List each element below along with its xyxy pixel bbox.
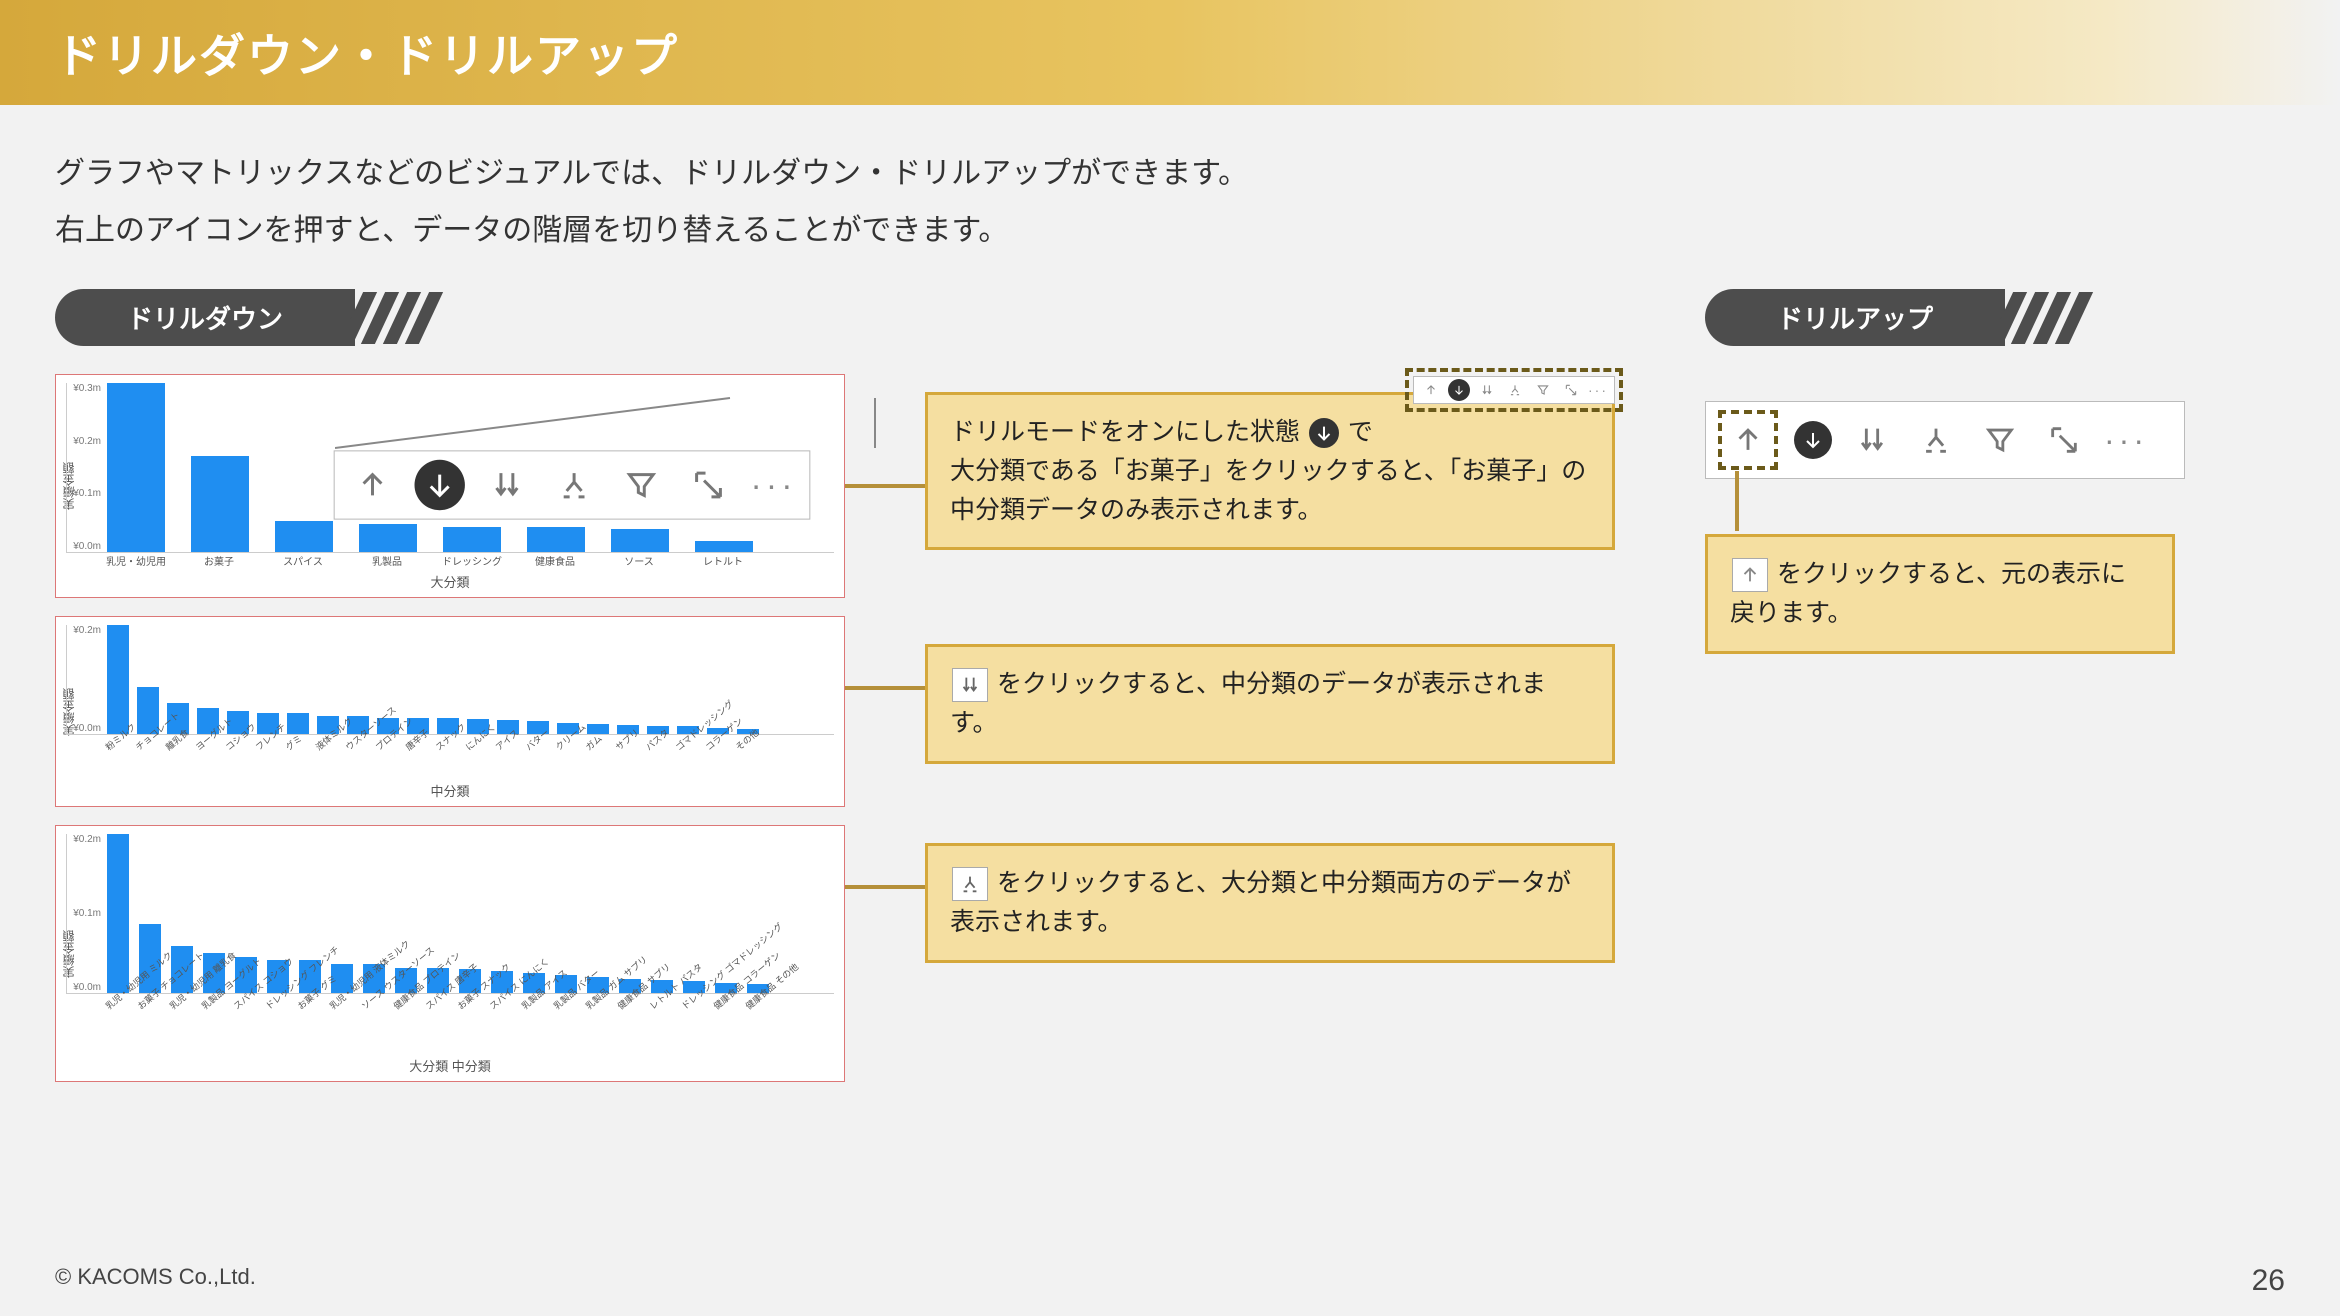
zoom-lines: [335, 396, 895, 456]
copyright: © KACOMS Co.,Ltd.: [55, 1264, 256, 1298]
drillup-icon: [1732, 558, 1768, 592]
callout-connector: [845, 885, 925, 889]
expand-all-icon[interactable]: [1912, 416, 1960, 464]
callout-connector: [1735, 471, 1739, 531]
bar[interactable]: [359, 524, 417, 552]
section-pill: ドリルアップ: [1705, 289, 2005, 346]
x-tick-label: ドレッシング: [442, 553, 500, 568]
bar[interactable]: [443, 527, 501, 552]
title-bar: ドリルダウン・ドリルアップ: [0, 0, 2340, 105]
callout-drillmode: ドリルモードをオンにした状態 で 大分類である「お菓子」をクリックすると、「お菓…: [925, 392, 1615, 550]
intro-line-1: グラフやマトリックスなどのビジュアルでは、ドリルダウン・ドリルアップができます。: [55, 145, 2285, 202]
section-pill: ドリルダウン: [55, 289, 355, 346]
bar[interactable]: [527, 527, 585, 552]
filter-icon[interactable]: [1532, 379, 1554, 401]
decorative-stripes: [351, 292, 439, 344]
drilldown-active-icon: [1309, 418, 1339, 448]
bar[interactable]: [191, 456, 249, 552]
next-level-icon[interactable]: [482, 460, 532, 510]
drillup-icon[interactable]: [1420, 379, 1442, 401]
chart-toolbar-right: ···: [1705, 401, 2185, 479]
x-tick-label: ソース: [610, 553, 668, 568]
bar[interactable]: [107, 383, 165, 552]
focus-icon[interactable]: [1560, 379, 1582, 401]
small-toolbar-highlight: ···: [1405, 368, 1623, 412]
y-ticks: ¥0.2m¥0.1m¥0.0m: [67, 834, 105, 993]
intro-line-2: 右上のアイコンを押すと、データの階層を切り替えることができます。: [55, 202, 2285, 259]
x-axis-label: 大分類: [66, 572, 834, 591]
section-label-drillup: ドリルアップ: [1705, 289, 2089, 346]
x-tick-label: スパイス: [274, 553, 332, 568]
footer: © KACOMS Co.,Ltd. 26: [55, 1264, 2285, 1298]
section-label-drilldown: ドリルダウン: [55, 289, 439, 346]
drilldown-active-icon[interactable]: [415, 460, 465, 510]
drillup-icon[interactable]: [347, 460, 397, 510]
decorative-stripes: [2001, 292, 2089, 344]
next-level-icon: [952, 668, 988, 702]
chart-mid-category: 実績金額 ¥0.2m¥0.0m 粉ミルクチョコレート離乳食ヨーグルトコショウフレ…: [55, 616, 845, 807]
chart-toolbar-large: ···: [334, 450, 811, 519]
bar[interactable]: [107, 625, 129, 734]
intro-text: グラフやマトリックスなどのビジュアルでは、ドリルダウン・ドリルアップができます。…: [0, 105, 2340, 269]
callout-drillup: をクリックすると、元の表示に戻ります。: [1705, 534, 2175, 654]
x-tick-label: 乳児・幼児用: [106, 553, 164, 568]
expand-all-icon[interactable]: [549, 460, 599, 510]
x-tick-label: その他: [732, 729, 776, 775]
bar[interactable]: [695, 541, 753, 552]
callout-connector: [845, 686, 925, 690]
page-number: 26: [2252, 1264, 2285, 1298]
callout-text: で: [1348, 418, 1373, 446]
callout-connector: [845, 484, 925, 488]
callout-expandall: をクリックすると、大分類と中分類両方のデータが表示されます。: [925, 843, 1615, 963]
more-icon[interactable]: ···: [751, 468, 797, 502]
callout-nextlevel: をクリックすると、中分類のデータが表示されます。: [925, 644, 1615, 764]
filter-icon[interactable]: [1976, 416, 2024, 464]
drilldown-active-icon[interactable]: [1448, 379, 1470, 401]
next-level-icon[interactable]: [1848, 416, 1896, 464]
focus-icon[interactable]: [683, 460, 733, 510]
expand-all-icon: [952, 867, 988, 901]
x-tick-label: 乳製品: [358, 553, 416, 568]
more-icon[interactable]: ···: [2104, 424, 2148, 456]
focus-icon[interactable]: [2040, 416, 2088, 464]
x-tick-label: レトルト: [694, 553, 752, 568]
chart-toolbar-small: ···: [1413, 376, 1615, 404]
drillup-icon[interactable]: [1724, 416, 1772, 464]
y-ticks: ¥0.3m¥0.2m¥0.1m¥0.0m: [67, 383, 105, 552]
drillup-highlight: [1718, 410, 1778, 470]
x-axis-label: 中分類: [66, 781, 834, 800]
x-tick-label: お菓子: [190, 553, 248, 568]
callout-text: ドリルモードをオンにした状態: [950, 418, 1300, 446]
y-ticks: ¥0.2m¥0.0m: [67, 625, 105, 734]
callout-text: をクリックすると、元の表示に戻ります。: [1730, 560, 2126, 627]
callout-text: をクリックすると、大分類と中分類両方のデータが表示されます。: [950, 869, 1571, 936]
next-level-icon[interactable]: [1476, 379, 1498, 401]
bar[interactable]: [611, 529, 669, 552]
x-tick-label: 健康食品: [526, 553, 584, 568]
filter-icon[interactable]: [616, 460, 666, 510]
drilldown-active-icon[interactable]: [1794, 421, 1832, 459]
page-title: ドリルダウン・ドリルアップ: [55, 20, 679, 86]
callout-text: をクリックすると、中分類のデータが表示されます。: [950, 670, 1546, 737]
bar[interactable]: [107, 834, 129, 993]
callout-text: 大分類である「お菓子」をクリックすると、「お菓子」の中分類データのみ表示されます…: [950, 457, 1586, 524]
chart-combined-category: 実績金額 ¥0.2m¥0.1m¥0.0m 乳児・幼児用 ミルクお菓子 チョコレー…: [55, 825, 845, 1082]
x-axis-label: 大分類 中分類: [66, 1056, 834, 1075]
bar[interactable]: [275, 521, 333, 552]
more-icon[interactable]: ···: [1588, 382, 1608, 398]
expand-all-icon[interactable]: [1504, 379, 1526, 401]
